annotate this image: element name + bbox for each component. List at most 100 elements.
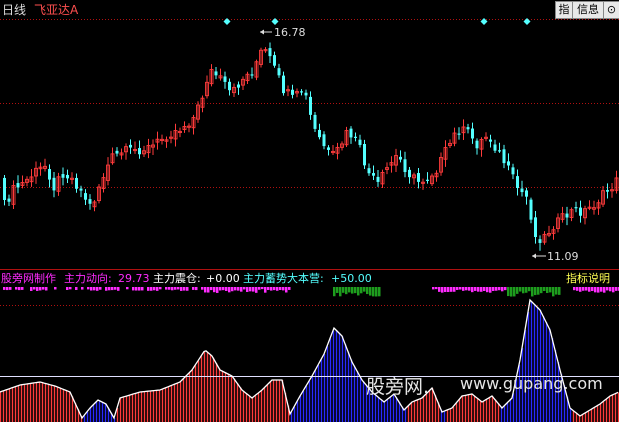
candle [439, 152, 443, 176]
candle [358, 134, 362, 148]
zhencang-bar [186, 287, 189, 291]
zhencang-bar [510, 287, 513, 297]
zhencang-bar [36, 287, 39, 291]
candle [452, 127, 457, 147]
candle [160, 134, 164, 145]
zhencang-bar [468, 287, 471, 291]
zhencang-bar [531, 287, 534, 297]
candle [493, 139, 497, 153]
zhencang-bar [243, 287, 246, 290]
zhencang-bar [444, 287, 447, 293]
zhencang-bar [522, 287, 525, 294]
candlestick-series[interactable] [3, 42, 619, 251]
zhencang-bar [501, 287, 504, 292]
candle [291, 84, 294, 99]
candle [331, 145, 335, 156]
candle [119, 148, 124, 160]
candle [318, 123, 321, 140]
zhencang-bar [174, 287, 177, 290]
candle [124, 143, 128, 160]
zhencang-bar [165, 287, 168, 290]
zhencang-bar [543, 287, 546, 292]
zhencang-bar [240, 287, 243, 292]
zhencang-bar [192, 287, 195, 290]
zhencang-bar [6, 287, 9, 291]
zhencang-bar [534, 287, 537, 296]
zhencang-bar [372, 287, 375, 297]
zhencang-bar [462, 287, 465, 291]
xushi-label: 主力蓄势大本营: [243, 272, 324, 285]
candle [75, 173, 78, 193]
candle [461, 119, 466, 141]
candle [178, 127, 182, 138]
candle [327, 145, 330, 156]
candle [344, 126, 349, 148]
zhencang-bar [492, 287, 495, 291]
candle [97, 184, 101, 204]
zhencang-bar [450, 287, 453, 292]
zhencang-bar [204, 287, 207, 293]
zhencang-bar [588, 287, 591, 292]
candle [151, 139, 155, 155]
zhencang-bar [438, 287, 441, 292]
zhencang-bar [117, 287, 120, 291]
candle [335, 142, 340, 160]
candle [417, 168, 420, 189]
watermark-url: www.gupang.com [460, 374, 603, 393]
zhencang-bar [258, 287, 261, 290]
candle [259, 47, 263, 68]
info-button[interactable]: 信息 [572, 1, 604, 19]
zhencang-bar [615, 287, 618, 291]
candle [11, 180, 16, 210]
candle [70, 172, 74, 185]
candle [3, 174, 6, 206]
chart-canvas[interactable]: 16.78 11.09 [0, 0, 619, 422]
zhencang-bar [267, 287, 270, 291]
candle [133, 141, 137, 154]
zhencang-bar [432, 287, 435, 290]
dongxiang-value: 29.73 [118, 272, 150, 285]
candle [34, 161, 38, 184]
candle [196, 101, 200, 123]
candle [142, 145, 146, 158]
zhencang-bar [606, 287, 609, 291]
zhencang-bar [150, 287, 153, 291]
candle [129, 139, 132, 154]
zhencang-bar [273, 287, 276, 291]
candle [173, 123, 178, 147]
indicator-toggle-button[interactable]: 指 [555, 1, 573, 19]
zhencang-bar [339, 287, 342, 297]
zhencang-bar [195, 287, 198, 291]
candle [479, 137, 484, 157]
zhencang-bar [246, 287, 249, 292]
candle [250, 67, 254, 79]
candle [52, 171, 56, 198]
indicator-title: 股旁网制作 [1, 272, 56, 285]
candle [471, 122, 474, 144]
candle [363, 139, 366, 170]
diamond-marker [271, 18, 279, 25]
zhencang-bar [168, 287, 171, 290]
candle [48, 164, 51, 188]
zhencang-bar [465, 287, 468, 291]
candle [511, 163, 515, 180]
settings-icon[interactable]: ⊙ [603, 1, 619, 19]
diamond-marker [523, 18, 531, 25]
candle [498, 142, 501, 153]
candle [304, 89, 308, 100]
zhencang-bar [213, 287, 216, 293]
indicator-help-button[interactable]: 指标说明 [566, 272, 610, 286]
zhencang-bar [147, 287, 150, 291]
zhencang-bar [228, 287, 231, 293]
candle [534, 210, 537, 244]
candle [56, 172, 61, 196]
zhencang-bar [435, 287, 438, 290]
zhencang-bar [255, 287, 258, 293]
zhencang-bar [222, 287, 225, 291]
zhencang-bar [477, 287, 480, 292]
candle [232, 83, 236, 98]
candle [16, 175, 20, 194]
zhencang-bar [264, 287, 267, 293]
candle [574, 201, 578, 213]
zhencang-bar [159, 287, 162, 290]
